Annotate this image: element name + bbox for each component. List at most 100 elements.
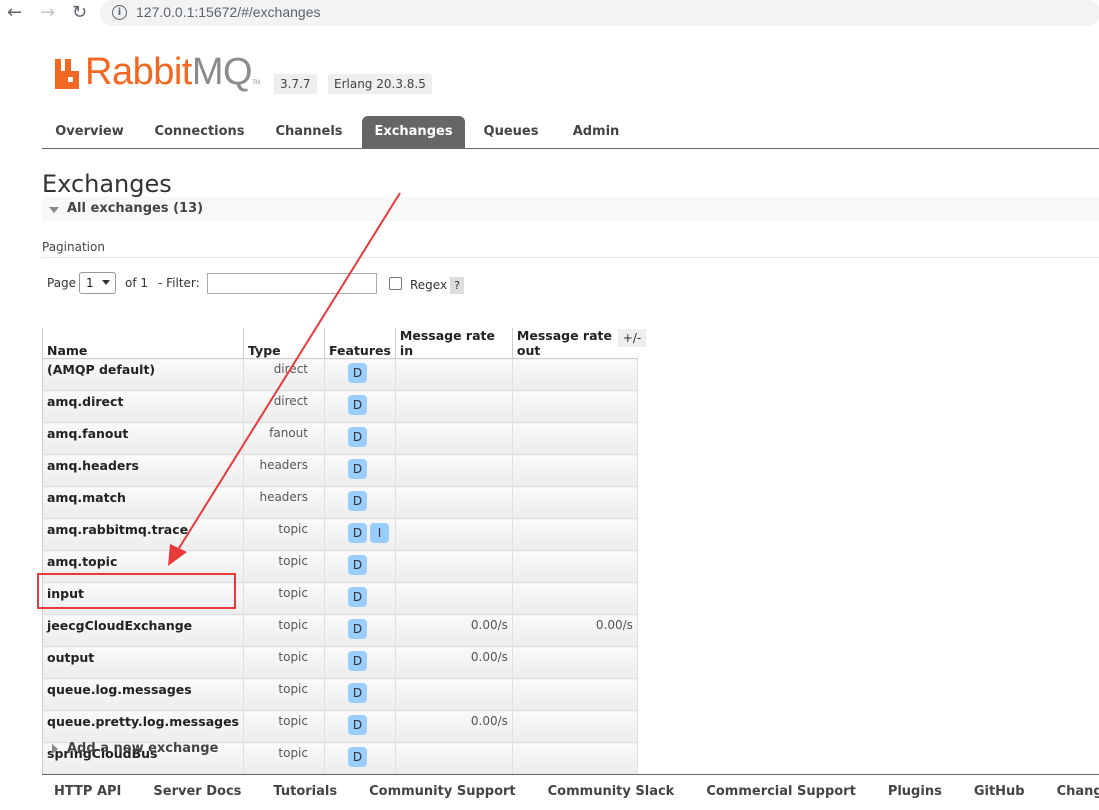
message-rate-in — [394, 486, 513, 519]
page-select-value: 1 — [86, 276, 94, 290]
exchange-name-link[interactable]: amq.direct — [42, 390, 244, 423]
table-row[interactable]: output topic D 0.00/s — [42, 646, 638, 679]
feature-badge: I — [370, 523, 389, 543]
exchange-type: topic — [243, 518, 325, 551]
collapse-triangle-icon — [49, 207, 59, 213]
tab-exchanges[interactable]: Exchanges — [362, 116, 465, 148]
url-text: 127.0.0.1:15672/#/exchanges — [136, 4, 321, 20]
back-arrow-icon[interactable]: ← — [7, 3, 22, 23]
header-type[interactable]: Type — [243, 328, 325, 359]
footer-link-github[interactable]: GitHub — [962, 784, 1025, 799]
feature-badge: D — [348, 683, 367, 703]
reload-icon[interactable]: ↻ — [72, 3, 87, 23]
footer-link-community-slack[interactable]: Community Slack — [536, 784, 675, 799]
table-row[interactable]: (AMQP default) direct D — [42, 358, 638, 391]
exchange-type: fanout — [243, 422, 325, 455]
exchange-features: D — [324, 358, 396, 391]
table-row[interactable]: amq.direct direct D — [42, 390, 638, 423]
message-rate-out: 0.00/s — [511, 614, 638, 647]
info-icon[interactable]: i — [112, 5, 127, 20]
footer-links: HTTP API Server Docs Tutorials Community Su… — [42, 784, 1099, 799]
table-row[interactable]: amq.fanout fanout D — [42, 422, 638, 455]
main-nav-tabs: Overview Connections Channels Exchanges … — [42, 116, 1099, 149]
exchange-type: topic — [243, 614, 325, 647]
logo-rabbit-text: Rabbit — [85, 51, 192, 93]
header-rate-in[interactable]: Message rate in — [394, 328, 513, 359]
footer-link-tutorials[interactable]: Tutorials — [261, 784, 337, 799]
footer-link-changelog[interactable]: Changelog — [1045, 784, 1099, 799]
feature-badge: D — [348, 491, 367, 511]
logo-trademark: TM — [252, 80, 260, 86]
footer-divider — [42, 774, 1099, 775]
footer-link-http-api[interactable]: HTTP API — [42, 784, 121, 799]
feature-badge: D — [348, 459, 367, 479]
exchange-features: D — [324, 678, 396, 711]
all-exchanges-toggle[interactable]: All exchanges (13) — [42, 197, 1099, 221]
erlang-version-badge: Erlang 20.3.8.5 — [328, 74, 432, 94]
message-rate-out — [511, 646, 638, 679]
table-row[interactable]: queue.log.messages topic D — [42, 678, 638, 711]
exchange-name-link[interactable]: queue.log.messages — [42, 678, 244, 711]
feature-badge: D — [348, 651, 367, 671]
exchange-features: D — [324, 646, 396, 679]
footer-link-community-support[interactable]: Community Support — [357, 784, 516, 799]
rabbitmq-logo-icon — [55, 59, 79, 89]
expand-triangle-icon — [52, 744, 58, 754]
exchange-name-link[interactable]: amq.headers — [42, 454, 244, 487]
exchange-type: topic — [243, 678, 325, 711]
feature-badge: D — [348, 747, 367, 767]
exchange-name-link[interactable]: output — [42, 646, 244, 679]
table-row[interactable]: queue.pretty.log.messages topic D 0.00/s — [42, 710, 638, 743]
footer-link-commercial-support[interactable]: Commercial Support — [694, 784, 856, 799]
filter-label: - Filter: — [158, 276, 200, 290]
footer-link-server-docs[interactable]: Server Docs — [141, 784, 241, 799]
feature-badge: D — [348, 587, 367, 607]
exchanges-table: Name Type Features Message rate in Messa… — [42, 328, 638, 775]
filter-input[interactable] — [207, 273, 377, 294]
forward-arrow-icon[interactable]: → — [40, 3, 55, 23]
address-bar[interactable]: i 127.0.0.1:15672/#/exchanges — [100, 0, 1099, 26]
message-rate-out — [511, 550, 638, 583]
exchange-features: D — [324, 614, 396, 647]
table-row[interactable]: jeecgCloudExchange topic D 0.00/s 0.00/s — [42, 614, 638, 647]
footer-link-plugins[interactable]: Plugins — [876, 784, 942, 799]
message-rate-out — [511, 742, 638, 775]
message-rate-out — [511, 582, 638, 615]
table-row[interactable]: amq.rabbitmq.trace topic D I — [42, 518, 638, 551]
exchange-name-link[interactable]: amq.fanout — [42, 422, 244, 455]
toggle-columns-button[interactable]: +/- — [618, 329, 646, 347]
message-rate-in — [394, 422, 513, 455]
pagination-divider — [42, 257, 1099, 258]
message-rate-in — [394, 550, 513, 583]
table-row[interactable]: amq.match headers D — [42, 486, 638, 519]
tab-overview[interactable]: Overview — [42, 116, 137, 148]
exchange-name-link[interactable]: amq.rabbitmq.trace — [42, 518, 244, 551]
exchange-name-link[interactable]: (AMQP default) — [42, 358, 244, 391]
regex-checkbox[interactable] — [389, 277, 402, 290]
message-rate-in: 0.00/s — [394, 710, 513, 743]
exchange-name-link[interactable]: amq.match — [42, 486, 244, 519]
tab-admin[interactable]: Admin — [558, 116, 634, 148]
regex-help-button[interactable]: ? — [450, 277, 464, 294]
header-features[interactable]: Features — [324, 328, 396, 359]
header-name[interactable]: Name — [42, 328, 244, 359]
message-rate-out — [511, 710, 638, 743]
feature-badge: D — [348, 395, 367, 415]
exchange-type: headers — [243, 486, 325, 519]
page-title: Exchanges — [42, 170, 172, 198]
tab-queues[interactable]: Queues — [473, 116, 549, 148]
page-select[interactable]: 1 — [79, 272, 116, 294]
message-rate-out — [511, 454, 638, 487]
exchange-features: D — [324, 742, 396, 775]
exchange-name-link[interactable]: queue.pretty.log.messages — [42, 710, 244, 743]
page-of-label: of 1 — [125, 276, 149, 290]
table-row[interactable]: amq.headers headers D — [42, 454, 638, 487]
tab-connections[interactable]: Connections — [147, 116, 252, 148]
exchange-type: topic — [243, 646, 325, 679]
tab-channels[interactable]: Channels — [264, 116, 354, 148]
exchange-name-link[interactable]: jeecgCloudExchange — [42, 614, 244, 647]
exchange-features: D — [324, 454, 396, 487]
message-rate-out — [511, 486, 638, 519]
exchange-features: D — [324, 422, 396, 455]
exchange-type: headers — [243, 454, 325, 487]
